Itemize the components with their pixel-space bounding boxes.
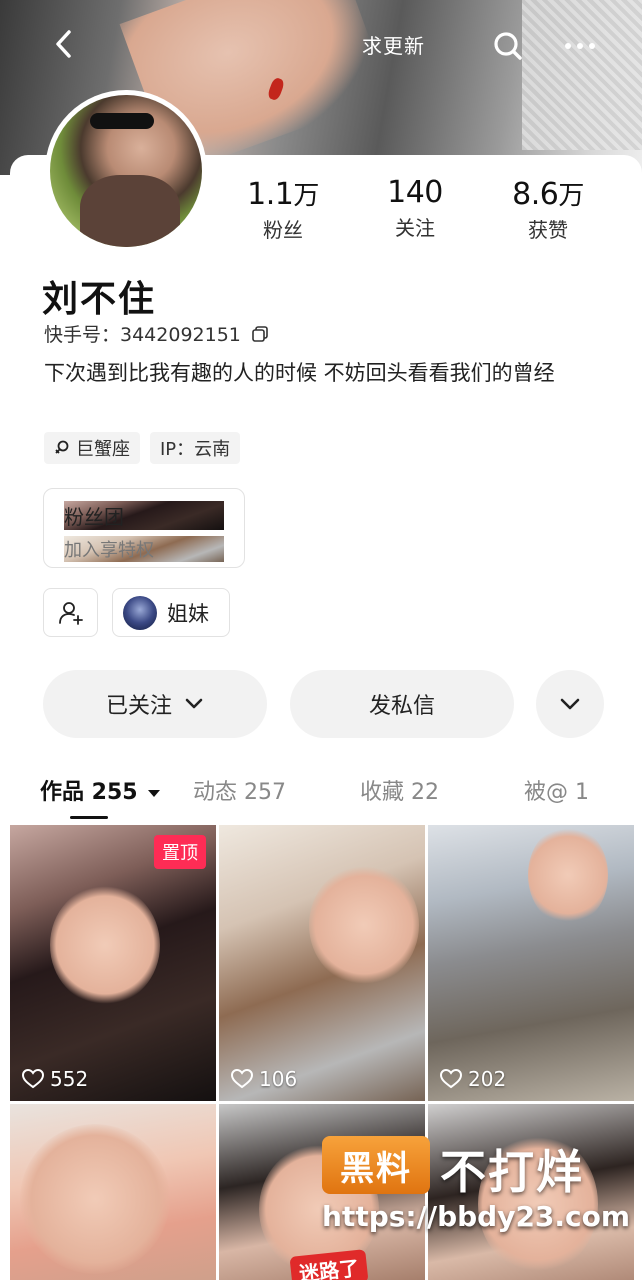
search-icon [494,32,522,60]
stat-followers[interactable]: 1.1万 粉丝 [223,175,343,243]
kuaishou-id-text: 快手号：3442092151 [44,324,241,346]
sister-avatar [123,595,157,630]
stat-likes-value: 8.6万 [488,175,608,212]
stat-followers-value: 1.1万 [223,175,343,212]
stat-following-label: 关注 [395,216,435,240]
tab-works-label: 作品 255 [40,780,138,805]
avatar-sunglasses [90,113,154,129]
avatar[interactable] [45,90,207,252]
tag-zodiac: 巨蟹座 [44,432,140,464]
chevron-down-icon [185,698,203,709]
request-update-button[interactable]: 求更新 [362,30,425,59]
like-count: 106 [231,1067,297,1091]
video-thumbnail[interactable] [10,1104,216,1280]
video-thumbnail[interactable]: 106 [219,825,425,1101]
tag-ip: IP：云南 [150,432,241,464]
sister-relation-button[interactable]: 姐妹 [112,588,230,637]
stat-followers-label: 粉丝 [263,218,303,242]
profile-tags: 巨蟹座 IP：云南 [44,432,241,464]
tab-mentioned[interactable]: 被@ 1 [524,774,589,806]
caret-down-icon [148,790,161,797]
send-message-button[interactable]: 发私信 [290,670,514,738]
profile-name: 刘不住 [42,279,157,320]
fan-club-card[interactable]: 粉丝团 加入享特权 [43,488,245,568]
tab-works[interactable]: 作品 255 [40,774,161,806]
more-options-button[interactable] [560,26,600,66]
sister-label: 姐妹 [167,601,209,626]
fan-club-subtitle: 加入享特权 [64,536,224,562]
stat-following-number: 140 [387,175,443,210]
thumbnail-face [309,865,419,985]
profile-bio: 下次遇到比我有趣的人的时候 不妨回头看看我们的曾经 [44,361,555,385]
tab-active-indicator [70,816,108,819]
thumbnail-face [50,885,160,1005]
like-count: 202 [440,1067,506,1091]
site-watermark: 黑料 不打烊 https://bbdy23.com [322,1136,630,1236]
stat-likes-label: 获赞 [528,218,568,242]
send-message-label: 发私信 [368,694,435,719]
back-button[interactable] [44,24,84,64]
more-horizontal-icon [565,43,595,49]
content-tabs: 作品 255 动态 257 收藏 22 被@ 1 [0,770,642,825]
like-count: 552 [22,1067,88,1091]
kuaishou-id: 快手号：3442092151 [44,320,269,347]
thumbnail-face [528,825,608,925]
pinned-badge: 置顶 [154,835,206,869]
followed-button[interactable]: 已关注 [43,670,267,738]
like-count-value: 202 [468,1067,507,1091]
stat-following[interactable]: 140 关注 [355,175,475,241]
fan-club-title: 粉丝团 [64,501,224,530]
tab-favorites[interactable]: 收藏 22 [360,774,439,806]
thumbnail-face [20,1124,170,1274]
stat-followers-number: 1.1 [247,177,294,212]
chevron-down-icon [560,698,580,710]
tab-moments[interactable]: 动态 257 [193,774,286,806]
heart-icon [231,1069,253,1089]
add-friend-button[interactable] [43,588,98,637]
more-actions-button[interactable] [536,670,604,738]
avatar-photo [50,95,202,247]
top-bar: 求更新 [0,20,642,68]
heart-icon [22,1069,44,1089]
tag-zodiac-label: 巨蟹座 [76,439,130,460]
stat-likes-number: 8.6 [512,177,559,212]
video-thumbnail[interactable]: 置顶 552 [10,825,216,1101]
video-thumbnail[interactable]: 202 [428,825,634,1101]
watermark-logo: 黑料 [322,1136,430,1194]
search-button[interactable] [488,26,528,66]
stat-likes-unit: 万 [558,181,584,211]
stat-following-value: 140 [355,175,475,210]
stat-followers-unit: 万 [293,181,319,211]
watermark-url: https://bbdy23.com [322,1200,631,1233]
copy-icon[interactable] [251,325,269,343]
watermark-text: 不打烊 [440,1145,584,1199]
like-count-value: 552 [50,1067,89,1091]
chevron-left-icon [56,30,71,58]
female-symbol-icon [55,440,69,454]
like-count-value: 106 [259,1067,298,1091]
avatar-shirt [80,175,180,247]
followed-label: 已关注 [105,694,172,719]
add-user-icon [58,601,83,625]
heart-icon [440,1069,462,1089]
tag-ip-label: IP：云南 [160,439,231,460]
stat-likes[interactable]: 8.6万 获赞 [488,175,608,243]
